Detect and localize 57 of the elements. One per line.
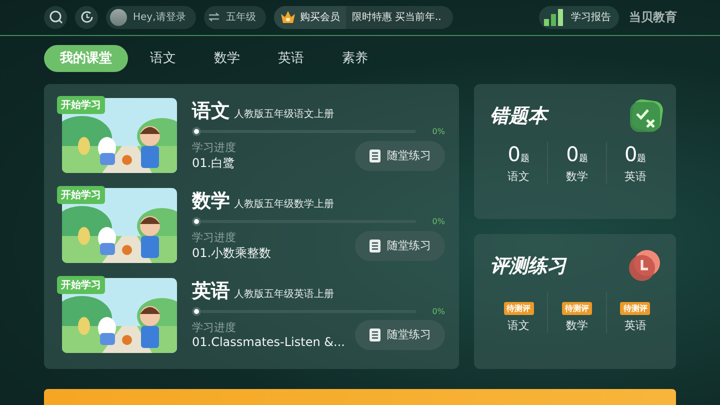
- promo-banner[interactable]: [44, 388, 676, 405]
- report-button[interactable]: 学习报告: [539, 6, 619, 29]
- tab[interactable]: 英语: [262, 44, 320, 72]
- progress-percent: 0%: [432, 126, 445, 136]
- card-title: 评测练习: [490, 254, 566, 279]
- search-button[interactable]: [44, 6, 67, 29]
- practice-button[interactable]: 随堂练习: [355, 230, 445, 261]
- promo-text[interactable]: 限时特惠 买当前年..: [346, 10, 454, 24]
- textbook-name: 人教版五年级数学上册: [234, 198, 334, 211]
- practice-button[interactable]: 随堂练习: [355, 320, 445, 350]
- grade-button[interactable]: 五年级: [204, 6, 266, 29]
- progress-label: 学习进度: [192, 230, 237, 245]
- status-badge: 待测评: [620, 302, 650, 315]
- mistake-book-card[interactable]: 错题本 0题 语文 0题 数学 0题 英语: [474, 84, 676, 219]
- tab[interactable]: 数学: [198, 44, 256, 72]
- bar-chart-icon: [543, 8, 565, 26]
- subject-label: 英语: [624, 318, 646, 333]
- status-badge: 待测评: [504, 302, 534, 315]
- lesson-name: 01.白鹭: [192, 154, 236, 172]
- tab[interactable]: 语文: [134, 44, 192, 72]
- progress-label: 学习进度: [192, 320, 237, 336]
- tab[interactable]: 素养: [326, 44, 384, 72]
- card-title: 错题本: [490, 104, 547, 129]
- progress-percent: 0%: [432, 306, 445, 316]
- mistake-count: 0题: [624, 142, 646, 166]
- subject-label: 数学: [566, 168, 588, 184]
- mistake-count: 0题: [508, 142, 530, 166]
- textbook-name: 人教版五年级英语上册: [234, 288, 334, 301]
- subject-label: 数学: [566, 318, 588, 333]
- status-badge: 待测评: [562, 302, 592, 315]
- subject-label: 语文: [508, 168, 530, 184]
- avatar-icon: [110, 8, 127, 26]
- lesson-name: 01.Classmates-Listen &...: [192, 335, 345, 350]
- brand-logo: 当贝教育: [629, 8, 677, 26]
- subject-label: 语文: [508, 318, 530, 333]
- textbook-name: 人教版五年级语文上册: [234, 108, 334, 121]
- swap-icon: [208, 12, 220, 22]
- vip-button[interactable]: 购买会员: [274, 6, 346, 29]
- course-subject: 语文: [192, 98, 230, 124]
- crown-icon: [280, 10, 296, 24]
- course-subject: 数学: [192, 188, 230, 214]
- lesson-name: 01.小数乘整数: [192, 244, 272, 262]
- document-icon: [369, 238, 381, 253]
- history-icon: [80, 10, 94, 24]
- practice-button[interactable]: 随堂练习: [355, 140, 445, 171]
- mistake-count: 0题: [566, 142, 588, 166]
- check-cross-icon: [628, 98, 664, 134]
- course-subject: 英语: [192, 278, 230, 304]
- search-icon: [48, 10, 62, 24]
- history-button[interactable]: [75, 6, 98, 29]
- progress-label: 学习进度: [192, 140, 236, 155]
- document-icon: [369, 328, 381, 342]
- subject-label: 英语: [624, 168, 646, 184]
- document-icon: [369, 148, 381, 163]
- progress-percent: 0%: [432, 216, 445, 226]
- login-button[interactable]: Hey,请登录: [106, 6, 196, 29]
- assessment-card[interactable]: 评测练习 待测评 语文 待测评 数学 待测评 英语: [474, 234, 676, 369]
